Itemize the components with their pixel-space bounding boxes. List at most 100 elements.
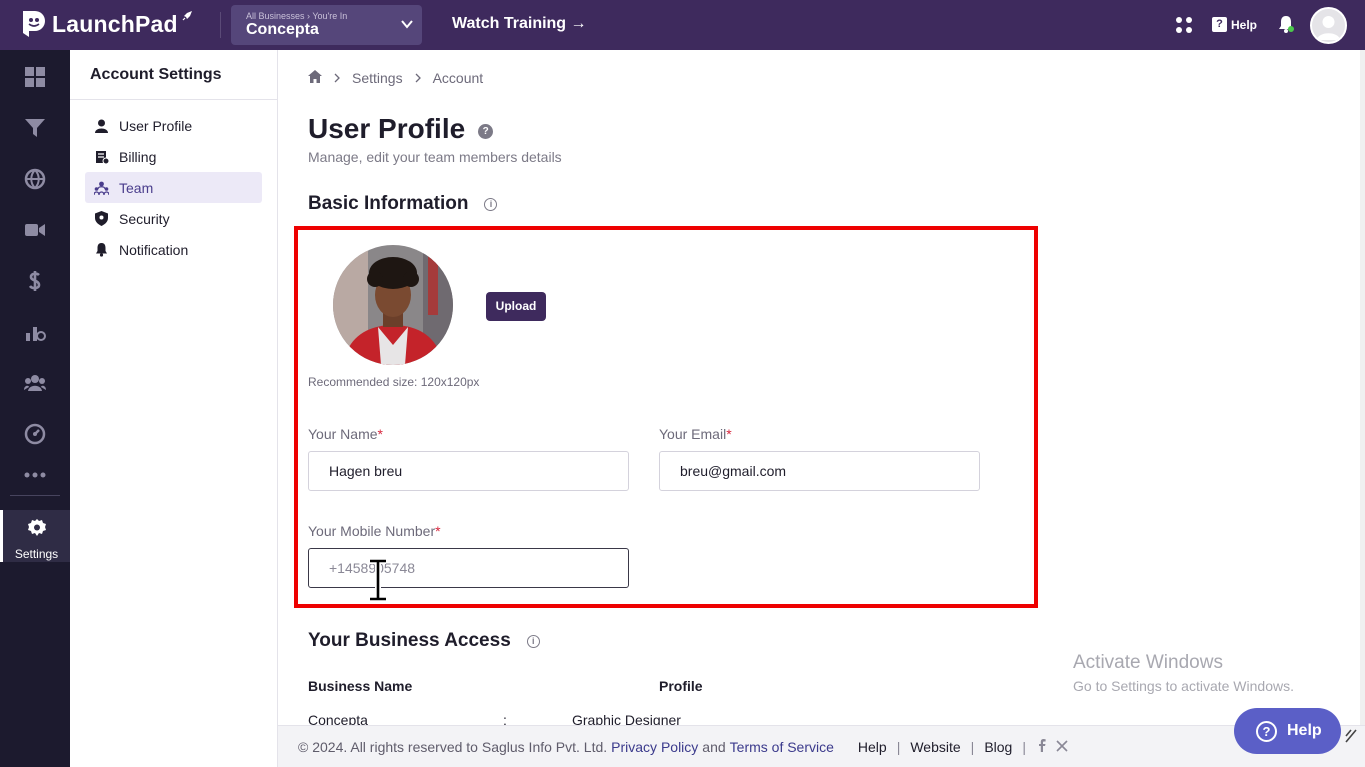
- profile-photo: [333, 245, 453, 365]
- nav-item-security[interactable]: Security: [85, 203, 262, 234]
- nav-label: Security: [119, 210, 170, 227]
- nav-item-notification[interactable]: Notification: [85, 234, 262, 265]
- text-cursor-icon: [367, 558, 389, 606]
- activate-windows-watermark: Activate Windows Go to Settings to activ…: [1073, 652, 1294, 694]
- column-profile: Profile: [659, 678, 703, 694]
- settings-label: Settings: [14, 547, 59, 561]
- nav-label: Billing: [119, 148, 157, 165]
- footer-and: and: [702, 738, 726, 755]
- email-field[interactable]: breu@gmail.com: [659, 451, 980, 491]
- bell-icon: [94, 242, 109, 257]
- footer-separator: |: [970, 738, 975, 755]
- activate-subtitle: Go to Settings to activate Windows.: [1073, 678, 1294, 694]
- nav-item-user-profile[interactable]: User Profile: [85, 110, 262, 141]
- recommended-size-hint: Recommended size: 120x120px: [308, 375, 480, 389]
- users-icon[interactable]: [22, 371, 48, 395]
- upload-button[interactable]: Upload: [486, 292, 546, 321]
- notification-bell-icon[interactable]: [1277, 14, 1295, 39]
- footer-website-link[interactable]: Website: [910, 739, 960, 755]
- watch-training-link[interactable]: Watch Training →: [452, 15, 587, 33]
- top-bar: LaunchPad All Businesses › You're In Con…: [0, 0, 1365, 50]
- account-settings-nav: Account Settings User Profile Billing Te…: [70, 50, 278, 767]
- gauge-icon[interactable]: [22, 422, 48, 446]
- rocket-icon: [181, 10, 193, 25]
- required-mark: *: [435, 523, 441, 539]
- email-label: Your Email*: [659, 426, 732, 442]
- page-title: User Profile ?: [308, 113, 494, 145]
- nav-label: User Profile: [119, 117, 193, 134]
- divider: [220, 12, 221, 38]
- team-icon: [94, 180, 109, 195]
- rail-divider: [10, 495, 60, 496]
- column-business-name: Business Name: [308, 678, 413, 694]
- home-icon[interactable]: [308, 70, 322, 86]
- copyright: © 2024. All rights reserved to Saglus In…: [298, 738, 608, 755]
- basic-information-heading: Basic Information i: [308, 193, 498, 215]
- nav-item-billing[interactable]: Billing: [85, 141, 262, 172]
- section-title-text: Your Business Access: [308, 630, 511, 651]
- breadcrumb-separator: [415, 71, 421, 86]
- footer-separator: |: [1022, 738, 1026, 755]
- breadcrumb-settings[interactable]: Settings: [352, 70, 403, 86]
- main-content: Settings Account User Profile ? Manage, …: [278, 50, 1365, 728]
- footer: © 2024. All rights reserved to Saglus In…: [278, 725, 1365, 767]
- floating-help-button[interactable]: ? Help: [1234, 708, 1341, 754]
- help-button-label: Help: [1287, 722, 1322, 739]
- facebook-icon[interactable]: [1038, 738, 1046, 755]
- footer-blog-link[interactable]: Blog: [984, 739, 1012, 755]
- rail-settings[interactable]: Settings: [0, 510, 70, 562]
- email-label-text: Your Email: [659, 426, 727, 442]
- nav-title: Account Settings: [70, 50, 277, 100]
- required-mark: *: [726, 426, 732, 442]
- help-link[interactable]: ? Help: [1212, 17, 1257, 32]
- section-title-text: Basic Information: [308, 193, 469, 214]
- video-icon[interactable]: [22, 218, 48, 242]
- scrollbar[interactable]: [1360, 50, 1365, 725]
- activate-title: Activate Windows: [1073, 652, 1223, 673]
- business-crumb: All Businesses › You're In: [246, 11, 348, 21]
- analytics-icon[interactable]: [22, 320, 48, 344]
- breadcrumb-separator: [334, 71, 340, 86]
- info-icon[interactable]: i: [526, 634, 540, 648]
- shield-icon: [94, 211, 109, 226]
- question-icon[interactable]: ?: [478, 123, 494, 139]
- globe-icon[interactable]: [22, 167, 48, 191]
- name-field[interactable]: Hagen breu: [308, 451, 629, 491]
- required-mark: *: [377, 426, 383, 442]
- nav-item-team[interactable]: Team: [85, 172, 262, 203]
- mobile-number-field[interactable]: +1458905748: [308, 548, 629, 588]
- mobile-label-text: Your Mobile Number: [308, 523, 436, 539]
- chevron-down-icon: [400, 17, 414, 36]
- billing-icon: [94, 149, 109, 164]
- x-twitter-icon[interactable]: [1056, 739, 1068, 755]
- launchpad-logo[interactable]: LaunchPad: [20, 9, 193, 39]
- business-name: Concepta: [246, 21, 319, 38]
- help-icon: ?: [1212, 17, 1227, 32]
- business-selector[interactable]: All Businesses › You're In Concepta: [231, 5, 422, 45]
- page-subtitle: Manage, edit your team members details: [308, 149, 562, 165]
- app-rail: Settings: [0, 50, 70, 767]
- privacy-policy-link[interactable]: Privacy Policy: [611, 739, 698, 755]
- logo-icon: [20, 9, 46, 39]
- name-label-text: Your Name: [308, 426, 378, 442]
- dashboard-icon[interactable]: [22, 65, 48, 89]
- breadcrumb: Settings Account: [308, 70, 483, 86]
- more-icon[interactable]: [22, 463, 48, 487]
- nav-label: Team: [119, 179, 154, 196]
- help-label: Help: [1231, 17, 1258, 32]
- funnel-icon[interactable]: [22, 116, 48, 140]
- terms-link[interactable]: Terms of Service: [730, 739, 834, 755]
- mobile-label: Your Mobile Number*: [308, 523, 441, 539]
- logo-text: LaunchPad: [52, 10, 178, 37]
- dollar-icon[interactable]: [22, 269, 48, 293]
- breadcrumb-account: Account: [432, 70, 484, 86]
- nav-label: Notification: [119, 241, 189, 258]
- info-icon[interactable]: i: [484, 197, 498, 211]
- business-access-heading: Your Business Access i: [308, 630, 540, 652]
- apps-grid-icon[interactable]: [1175, 16, 1193, 39]
- name-label: Your Name*: [308, 426, 383, 442]
- footer-help-link[interactable]: Help: [858, 739, 887, 755]
- page-title-text: User Profile: [308, 113, 466, 144]
- resize-handle-icon[interactable]: [1342, 724, 1360, 746]
- user-avatar[interactable]: [1310, 7, 1347, 44]
